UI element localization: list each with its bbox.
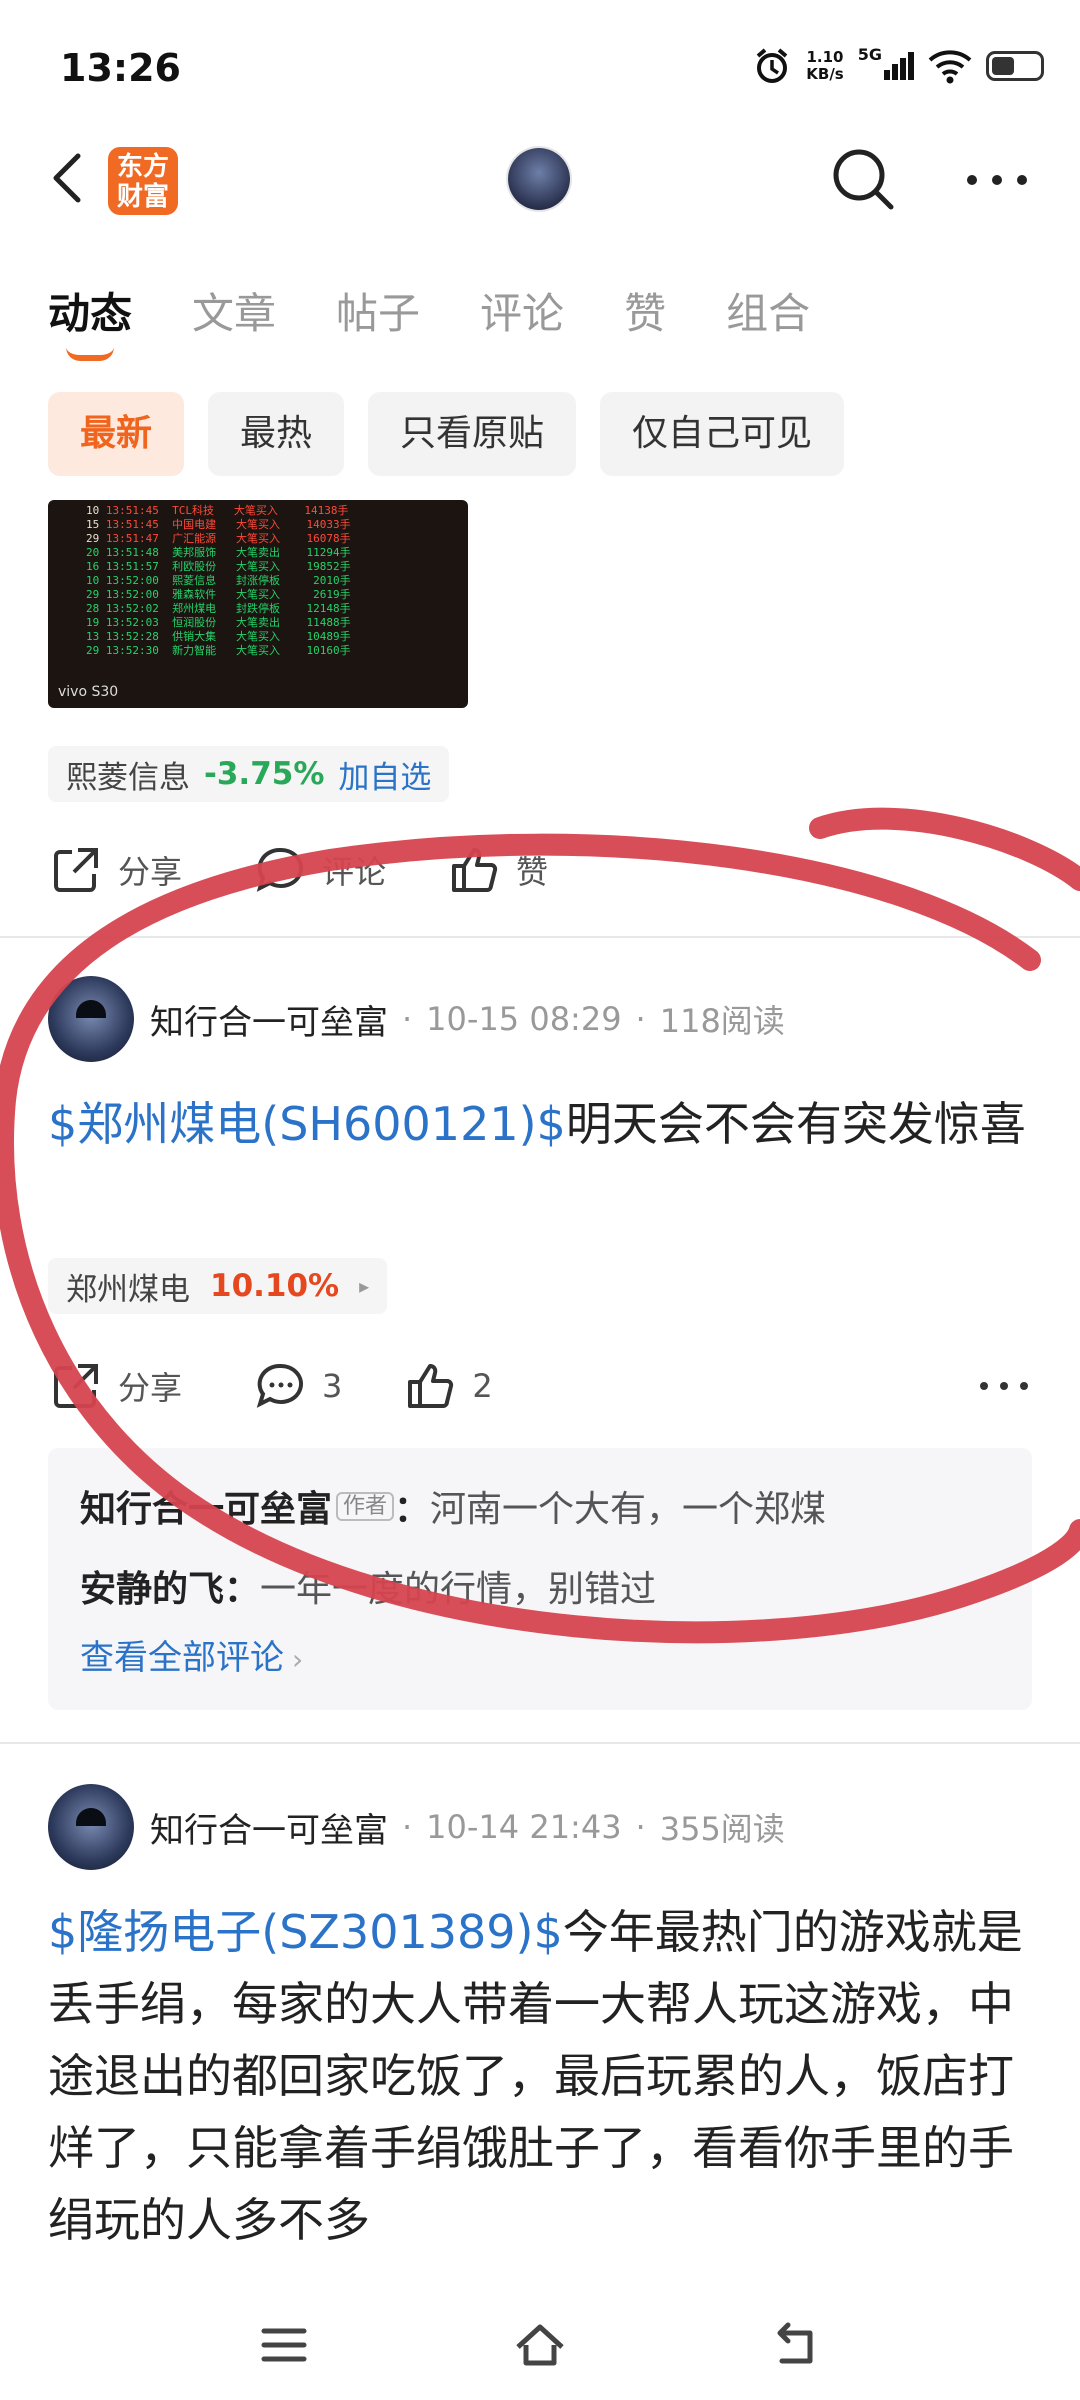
filter-original-only[interactable]: 只看原贴 xyxy=(368,392,577,476)
filter-latest[interactable]: 最新 xyxy=(48,392,185,476)
prev-post-actions: 分享 评论 赞 xyxy=(48,842,606,898)
comment-count: 3 xyxy=(322,1367,343,1405)
comment-button[interactable]: 3 xyxy=(252,1358,342,1414)
post-author-row: 知行合一可垒富 · 10-15 08:29 · 118阅读 xyxy=(48,976,785,1062)
search-icon[interactable] xyxy=(828,144,898,214)
chevron-right-icon: › xyxy=(292,1643,304,1676)
share-button[interactable]: 分享 xyxy=(48,1358,182,1414)
tab-comments[interactable]: 评论 xyxy=(480,280,564,341)
filter-chips: 最新 最热 只看原贴 仅自己可见 xyxy=(48,392,845,476)
back-icon[interactable] xyxy=(40,148,100,208)
network-speed: 1.10 KB/s xyxy=(806,48,844,83)
like-button[interactable]: 2 xyxy=(402,1358,493,1414)
avatar[interactable] xyxy=(48,1784,134,1870)
status-time: 13:26 xyxy=(60,46,181,90)
more-icon[interactable] xyxy=(976,1371,1032,1401)
header-avatar[interactable] xyxy=(508,148,570,210)
alarm-icon xyxy=(756,48,788,83)
author-name[interactable]: 知行合一可垒富 xyxy=(150,995,388,1044)
avatar[interactable] xyxy=(48,976,134,1062)
profile-tabs: 动态 文章 帖子 评论 赞 组合 xyxy=(48,280,810,361)
comment-item[interactable]: 安静的飞：一年一度的行情，别错过 xyxy=(80,1550,1000,1630)
stock-chip[interactable]: 郑州煤电 10.10% ▸ xyxy=(48,1258,388,1314)
stock-chip[interactable]: 熙菱信息 -3.75% 加自选 xyxy=(48,746,450,802)
read-count: 355阅读 xyxy=(659,1810,785,1848)
system-nav-bar xyxy=(0,2290,1080,2400)
post-content[interactable]: $隆扬电子(SZ301389)$今年最热门的游戏就是丢手绢，每家的大人带着一大帮… xyxy=(48,1896,1038,2256)
home-icon[interactable] xyxy=(512,2317,568,2373)
share-icon xyxy=(54,848,98,892)
post-author-row: 知行合一可垒富 · 10-14 21:43 · 355阅读 xyxy=(48,1784,785,1870)
back-nav-icon[interactable] xyxy=(768,2317,824,2373)
read-count: 118阅读 xyxy=(659,1002,785,1040)
tab-dynamic[interactable]: 动态 xyxy=(48,280,132,361)
comment-icon xyxy=(256,847,304,892)
app-logo: 东方 财富 xyxy=(108,147,178,215)
comment-button[interactable]: 评论 xyxy=(252,842,386,898)
view-all-comments-link[interactable]: 查看全部评论 › xyxy=(80,1630,1000,1688)
tab-likes[interactable]: 赞 xyxy=(624,280,666,341)
add-watchlist-button[interactable]: 加自选 xyxy=(338,752,431,797)
share-icon xyxy=(54,1364,98,1408)
post-time: 10-14 21:43 xyxy=(426,1808,622,1846)
like-count: 2 xyxy=(472,1367,493,1405)
wifi-icon xyxy=(928,50,972,84)
post-image[interactable]: 10 13:51:45 TCL科技 大笔买入 14138手 15 13:51:4… xyxy=(48,500,468,708)
divider xyxy=(0,1742,1080,1744)
post-time: 10-15 08:29 xyxy=(426,1000,622,1038)
tab-articles[interactable]: 文章 xyxy=(192,280,276,341)
signal-icon: 5G xyxy=(858,45,914,80)
filter-private[interactable]: 仅自己可见 xyxy=(600,392,845,476)
comment-icon xyxy=(256,1363,304,1408)
menu-icon[interactable] xyxy=(256,2317,312,2373)
comment-item[interactable]: 知行合一可垒富 作者 ：河南一个大有，一个郑煤 xyxy=(80,1470,1000,1550)
thumbs-up-icon xyxy=(408,1364,454,1408)
author-tag: 作者 xyxy=(336,1492,395,1521)
more-icon[interactable] xyxy=(962,160,1032,200)
tab-posts[interactable]: 帖子 xyxy=(336,280,420,341)
thumbs-up-icon xyxy=(452,848,498,892)
divider xyxy=(0,936,1080,938)
like-button[interactable]: 赞 xyxy=(446,842,548,898)
post-actions: 分享 3 2 xyxy=(48,1358,1032,1414)
comment-preview: 知行合一可垒富 作者 ：河南一个大有，一个郑煤 安静的飞：一年一度的行情，别错过 查… xyxy=(48,1448,1032,1710)
status-icons: 1.10 KB/s 5G xyxy=(752,45,1044,86)
stock-link[interactable]: $隆扬电子(SZ301389)$ xyxy=(48,1905,563,1959)
stock-link[interactable]: $郑州煤电(SH600121)$ xyxy=(48,1097,566,1151)
author-name[interactable]: 知行合一可垒富 xyxy=(150,1803,388,1852)
triangle-right-icon: ▸ xyxy=(359,1274,370,1298)
post-content[interactable]: $郑州煤电(SH600121)$明天会不会有突发惊喜 xyxy=(48,1088,1038,1160)
filter-hot[interactable]: 最热 xyxy=(208,392,345,476)
battery-icon xyxy=(986,51,1044,81)
tab-portfolio[interactable]: 组合 xyxy=(726,280,810,341)
share-button[interactable]: 分享 xyxy=(48,842,182,898)
